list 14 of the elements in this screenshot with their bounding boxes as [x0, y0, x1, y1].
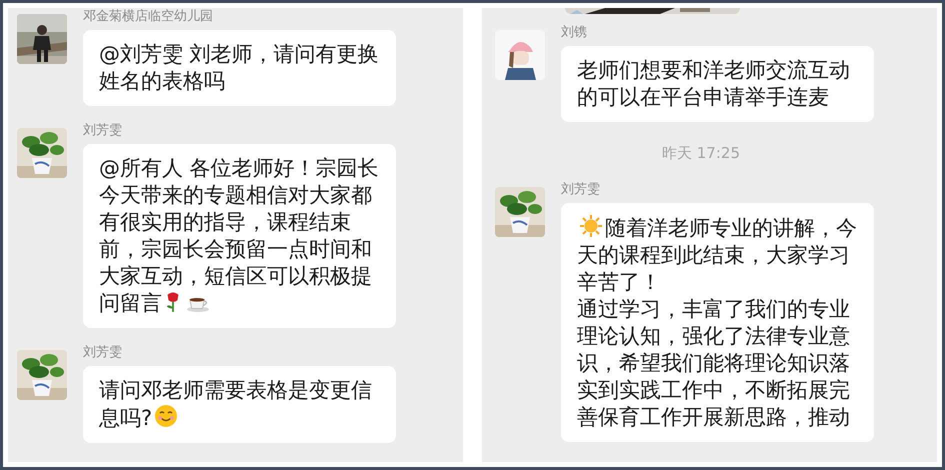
sender-name: 刘芳雯	[561, 181, 601, 198]
message-text: 老师们想要和洋老师交流互动的可以在平台申请举手连麦	[577, 57, 851, 111]
message-text: 请问邓老师需要表格是变更信息吗?	[99, 377, 373, 432]
sender-name: 刘芳雯	[83, 122, 123, 139]
sender-name: 邓金菊横店临空幼儿园	[83, 8, 214, 25]
message-text: 随着洋老师专业的讲解，今天的课程到此结束，大家学习辛苦了！	[577, 214, 858, 296]
timestamp: 昨天 17:25	[662, 144, 741, 163]
sender-name: 刘芳雯	[83, 344, 123, 361]
message-text: @刘芳雯 刘老师，请问有更换姓名的表格吗	[99, 41, 380, 95]
sender-name: 刘镌	[561, 24, 588, 41]
sun-icon	[579, 214, 603, 238]
smiley-icon	[154, 404, 178, 428]
message-text: 通过学习，丰富了我们的专业理论认知，强化了法律专业意识，希望我们能将理论知识落实到实践工作中，不断拓展完善保育工作开展新思路，推动	[577, 296, 851, 431]
message-text: @所有人 各位老师好！宗园长今天带来的专题相信对大家都有很实用的指导，课程结束前，宗园长会预留一点时间和大家互动，短信区可以积极提问留言	[99, 155, 380, 317]
